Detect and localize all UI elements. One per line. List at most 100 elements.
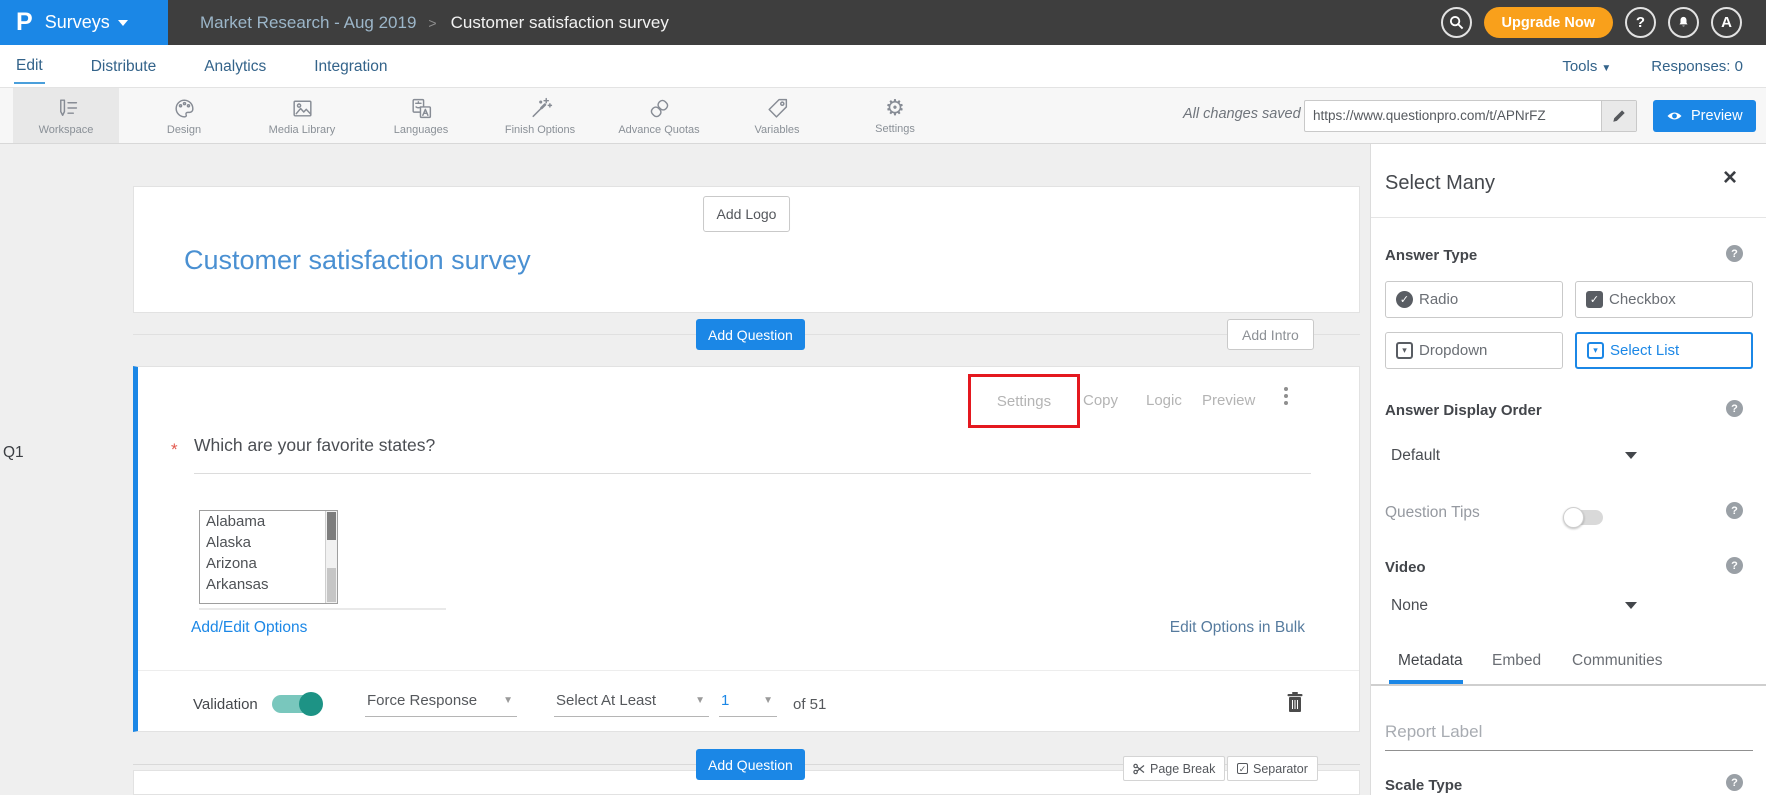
question-logic-button[interactable]: Logic xyxy=(1146,392,1182,409)
toolbar-item-design[interactable]: Design xyxy=(131,88,237,143)
product-menu-label: Surveys xyxy=(45,12,110,33)
palette-icon xyxy=(172,96,197,121)
question-settings-button[interactable]: Settings xyxy=(997,393,1051,410)
list-option[interactable]: Arizona xyxy=(200,553,337,574)
top-bar-actions: Upgrade Now ? A xyxy=(1441,0,1766,45)
scale-type-help-button[interactable]: ? xyxy=(1726,774,1743,791)
toolbar-item-languages[interactable]: Languages xyxy=(368,88,474,143)
delete-question-button[interactable] xyxy=(1286,691,1304,718)
question-preview-button[interactable]: Preview xyxy=(1202,392,1255,409)
video-dropdown[interactable]: None xyxy=(1391,597,1428,615)
add-question-button-bottom[interactable]: Add Question xyxy=(696,749,805,780)
question-more-menu[interactable] xyxy=(1284,384,1288,408)
tab-edit[interactable]: Edit xyxy=(14,48,45,84)
answer-type-help-button[interactable]: ? xyxy=(1726,245,1743,262)
close-panel-button[interactable]: × xyxy=(1723,166,1737,190)
answer-type-dropdown[interactable]: ▾ Dropdown xyxy=(1385,332,1563,369)
add-intro-button[interactable]: Add Intro xyxy=(1227,319,1314,350)
survey-title[interactable]: Customer satisfaction survey xyxy=(184,245,531,276)
toolbar-item-label: Finish Options xyxy=(505,124,575,136)
toolbar-item-label: Design xyxy=(167,124,201,136)
upgrade-now-button[interactable]: Upgrade Now xyxy=(1484,7,1613,38)
list-option[interactable]: Alaska xyxy=(200,532,337,553)
add-question-label: Add Question xyxy=(708,327,793,343)
answer-type-label-select-list: Select List xyxy=(1610,342,1679,359)
toolbar-item-settings[interactable]: ⚙ Settings xyxy=(842,88,948,143)
chevron-down-icon: ▼ xyxy=(1601,63,1611,74)
validation-toggle[interactable] xyxy=(272,695,322,713)
separator-button[interactable]: ✓ Separator xyxy=(1227,756,1318,781)
answer-display-order-dropdown[interactable]: Default xyxy=(1391,447,1440,465)
translate-icon xyxy=(409,96,434,121)
surveys-menu[interactable]: P Surveys xyxy=(0,0,168,45)
question-settings-panel: Select Many × Answer Type ? ✓ Radio ✓ Ch… xyxy=(1370,144,1766,795)
chevron-down-icon[interactable] xyxy=(1625,452,1637,459)
pencil-icon xyxy=(1612,109,1626,123)
tab-integration[interactable]: Integration xyxy=(312,49,389,83)
tab-metadata[interactable]: Metadata xyxy=(1398,652,1463,670)
help-icon: ? xyxy=(1636,14,1645,31)
answer-select-list[interactable]: Alabama Alaska Arizona Arkansas xyxy=(199,510,338,604)
list-option[interactable]: Alabama xyxy=(200,511,337,532)
validation-of-label: of 51 xyxy=(793,696,826,713)
toolbar-item-media-library[interactable]: Media Library xyxy=(249,88,355,143)
account-button[interactable]: A xyxy=(1711,7,1742,38)
tab-analytics[interactable]: Analytics xyxy=(202,49,268,83)
page-break-label: Page Break xyxy=(1150,762,1215,776)
answer-type-select-list[interactable]: ▾ Select List xyxy=(1575,332,1753,369)
survey-header-card: Add Logo Customer satisfaction survey xyxy=(133,186,1360,313)
answer-display-order-help-button[interactable]: ? xyxy=(1726,400,1743,417)
answer-type-radio[interactable]: ✓ Radio xyxy=(1385,281,1563,318)
preview-button[interactable]: Preview xyxy=(1653,100,1756,132)
toolbar-item-advance-quotas[interactable]: Advance Quotas xyxy=(606,88,712,143)
list-scrollbar[interactable] xyxy=(325,511,337,603)
page-break-button[interactable]: Page Break xyxy=(1123,756,1225,781)
survey-nav: Edit Distribute Analytics Integration To… xyxy=(0,45,1766,87)
validation-condition-dropdown[interactable]: Select At Least ▼ xyxy=(554,692,709,717)
validation-count-dropdown[interactable]: 1 ▼ xyxy=(719,692,777,717)
validation-label: Validation xyxy=(193,696,258,713)
question-text[interactable]: Which are your favorite states? xyxy=(194,435,435,456)
tab-embed[interactable]: Embed xyxy=(1492,652,1541,670)
help-button[interactable]: ? xyxy=(1625,7,1656,38)
add-edit-options-link[interactable]: Add/Edit Options xyxy=(191,619,307,637)
avatar: A xyxy=(1721,14,1732,31)
toolbar-item-finish-options[interactable]: Finish Options xyxy=(487,88,593,143)
chevron-down-icon[interactable] xyxy=(1625,602,1637,609)
tab-distribute[interactable]: Distribute xyxy=(89,49,158,83)
toolbar-item-label: Workspace xyxy=(39,124,94,136)
question-tips-toggle[interactable] xyxy=(1565,510,1603,525)
report-label-input[interactable] xyxy=(1385,722,1753,751)
add-question-button-top[interactable]: Add Question xyxy=(696,319,805,350)
help-icon: ? xyxy=(1731,777,1738,789)
validation-rule-dropdown[interactable]: Force Response ▼ xyxy=(365,692,517,717)
app-root: P Surveys Market Research - Aug 2019 > C… xyxy=(0,0,1766,795)
tools-menu[interactable]: Tools ▼ xyxy=(1562,58,1611,75)
answer-type-checkbox[interactable]: ✓ Checkbox xyxy=(1575,281,1753,318)
toolbar-item-variables[interactable]: Variables xyxy=(724,88,830,143)
breadcrumb-folder[interactable]: Market Research - Aug 2019 xyxy=(200,13,416,33)
question-number: Q1 xyxy=(3,444,24,462)
question-tips-help-button[interactable]: ? xyxy=(1726,502,1743,519)
tab-communities[interactable]: Communities xyxy=(1572,652,1662,670)
add-logo-button[interactable]: Add Logo xyxy=(703,196,791,232)
responses-count[interactable]: Responses: 0 xyxy=(1651,58,1743,75)
notifications-button[interactable] xyxy=(1668,7,1699,38)
search-button[interactable] xyxy=(1441,7,1472,38)
radio-icon: ✓ xyxy=(1396,291,1413,308)
edit-url-button[interactable] xyxy=(1601,101,1636,131)
edit-options-in-bulk-link[interactable]: Edit Options in Bulk xyxy=(1170,619,1305,637)
toolbar-item-label: Settings xyxy=(875,123,915,135)
checkbox-icon: ✓ xyxy=(1586,291,1603,308)
survey-url-field[interactable]: https://www.questionpro.com/t/APNrFZ xyxy=(1304,100,1637,132)
answer-display-order-label: Answer Display Order xyxy=(1385,402,1542,419)
video-help-button[interactable]: ? xyxy=(1726,557,1743,574)
eye-icon xyxy=(1666,110,1683,122)
scrollbar-thumb[interactable] xyxy=(327,512,336,540)
tools-label: Tools xyxy=(1562,58,1597,75)
workspace-icon xyxy=(54,96,79,121)
toolbar-item-workspace[interactable]: Workspace xyxy=(13,88,119,143)
dropdown-icon: ▾ xyxy=(1396,342,1413,359)
list-option[interactable]: Arkansas xyxy=(200,574,337,595)
question-copy-button[interactable]: Copy xyxy=(1083,392,1118,409)
